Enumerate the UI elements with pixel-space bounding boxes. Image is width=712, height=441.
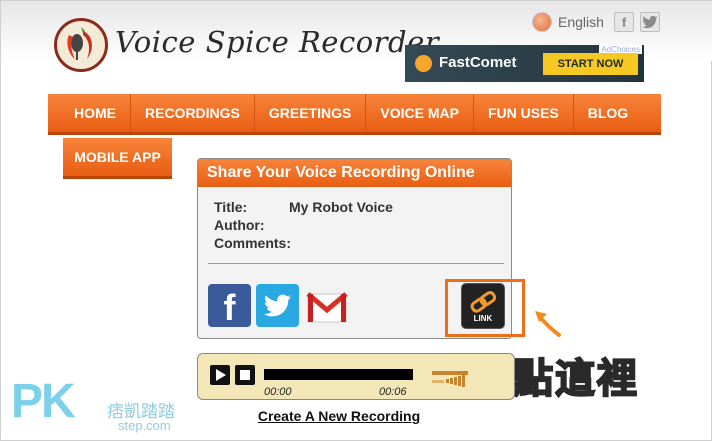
progress-bar[interactable] [264,369,413,380]
watermark-logo: PK [11,375,76,428]
recording-meta: Title: My Robot Voice Author: Comments: [214,199,393,253]
meta-label: Author: [214,217,265,233]
ad-brand: FastComet [439,54,517,71]
globe-icon [532,12,552,32]
current-time: 00:00 [264,386,292,398]
create-new-recording-link[interactable]: Create A New Recording [258,408,420,424]
twitter-icon[interactable] [640,12,660,32]
nav-recordings[interactable]: RECORDINGS [131,94,255,132]
facebook-icon[interactable]: f [614,12,634,32]
play-button[interactable] [210,365,230,385]
nav-fun-uses[interactable]: FUN USES [474,94,574,132]
nav-home[interactable]: HOME [48,94,131,132]
annotation-click-here: 點這裡 [512,355,639,403]
meta-row-comments: Comments: [214,235,393,253]
watermark-url: step.com [118,418,171,433]
divider [208,263,504,264]
microphone-chili-logo-icon[interactable] [54,18,108,72]
stop-icon [240,370,250,380]
share-twitter-button[interactable] [256,284,299,327]
arrow-icon [535,311,561,337]
meta-value: My Robot Voice [289,199,393,215]
share-gmail-button[interactable] [305,286,349,326]
meta-row-title: Title: My Robot Voice [214,199,393,217]
audio-player: 00:00 00:06 [197,353,515,400]
share-facebook-button[interactable]: f [208,284,251,328]
share-panel-heading: Share Your Voice Recording Online [198,159,511,187]
meta-label: Comments: [214,235,292,251]
language-label: English [558,14,604,30]
language-selector[interactable]: English [532,12,604,32]
main-nav: HOME RECORDINGS GREETINGS VOICE MAP FUN … [48,94,661,135]
ad-start-now-button[interactable]: START NOW [543,53,638,75]
site-title[interactable]: Voice Spice Recorder [115,25,439,59]
nav-voice-map[interactable]: VOICE MAP [366,94,474,132]
fastcomet-logo-icon [415,55,432,72]
play-icon [216,369,226,381]
stop-button[interactable] [235,365,255,385]
ad-banner[interactable]: AdChoices FastComet START NOW [405,45,644,82]
meta-label: Title: [214,199,248,215]
nav-greetings[interactable]: GREETINGS [255,94,367,132]
nav-blog[interactable]: BLOG [574,94,642,132]
nav-mobile-app[interactable]: MOBILE APP [63,138,172,179]
highlight-box [445,279,525,337]
total-time: 00:06 [379,386,407,398]
meta-row-author: Author: [214,217,393,235]
volume-slider[interactable] [432,371,470,391]
